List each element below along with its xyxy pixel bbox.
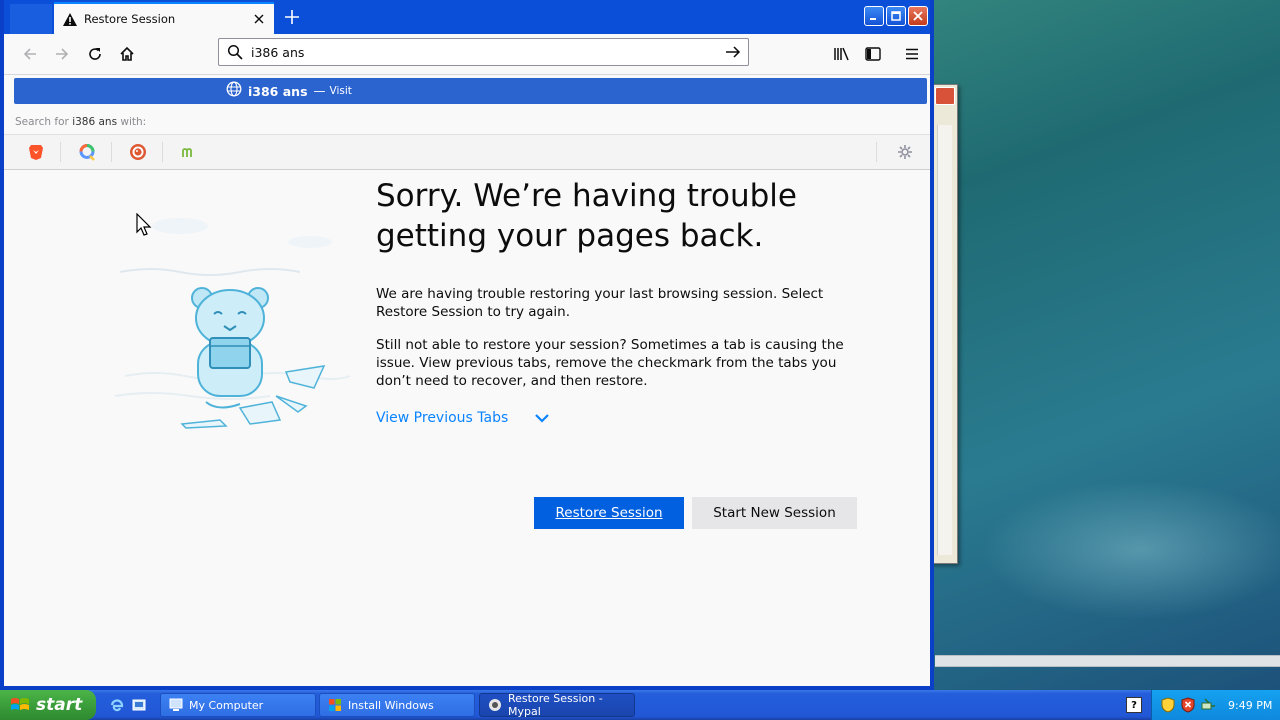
view-previous-tabs-link[interactable]: View Previous Tabs [376,410,550,426]
background-window-scrollbar[interactable] [937,125,952,555]
start-label: start [36,695,83,715]
plus-icon [285,10,299,24]
task-label: My Computer [189,698,264,712]
show-desktop-quicklaunch-icon[interactable] [130,696,148,714]
url-suggestion-row[interactable]: i386 ans — Visit [14,78,927,104]
background-window-close-button[interactable] [935,87,955,105]
restore-session-button[interactable]: Restore Session [534,497,684,529]
engine-separator [111,142,112,162]
duckduckgo-icon[interactable] [126,141,150,163]
tab-close-icon[interactable] [250,10,268,28]
search-with-label: Search for i386 ans with: [15,116,147,128]
home-button[interactable] [113,42,141,66]
navigation-bar [4,34,930,75]
restore-help-text: Still not able to restore your session? … [376,337,844,389]
desktop-glow [980,480,1280,620]
window-controls [864,6,928,26]
brave-icon[interactable] [24,141,48,163]
search-icon [227,44,243,64]
windows-flag-icon [10,696,30,714]
mojeek-icon[interactable] [177,141,201,163]
close-window-button[interactable] [908,6,928,26]
url-input[interactable] [251,42,711,62]
maximize-button[interactable] [886,6,906,26]
back-button[interactable] [16,42,44,66]
sidebar-icon [865,47,881,61]
gear-icon [898,145,912,159]
warning-icon [62,11,78,27]
url-bar[interactable] [218,38,749,66]
reload-button[interactable] [81,42,109,66]
suggestion-action: Visit [329,85,352,97]
arrow-right-icon [56,48,69,60]
background-window-strip [935,655,1280,667]
forward-button[interactable] [48,42,76,66]
library-icon [834,47,849,61]
reload-icon [89,48,101,60]
start-button[interactable]: start [0,690,96,720]
suggestion-dash: — [313,84,326,98]
library-button[interactable] [828,42,856,66]
search-settings-button[interactable] [894,141,916,163]
chevron-down-icon [534,413,550,423]
mouse-cursor-icon [136,213,152,236]
tab-restore-session[interactable]: Restore Session [54,2,274,34]
ie-quicklaunch-icon[interactable] [108,696,126,714]
globe-icon [226,81,242,101]
tab-title: Restore Session [84,12,176,26]
qwant-icon[interactable] [75,141,99,163]
tab-strip-spacer [10,4,52,34]
page-title: Sorry. We’re having trouble getting your… [376,178,797,254]
one-off-search-engines [4,134,930,171]
security-alert-icon[interactable] [1180,697,1196,713]
restore-description: We are having trouble restoring your las… [376,286,824,320]
tab-strip: Restore Session [4,0,930,34]
system-tray: 9:49 PM [1151,690,1280,720]
security-shield-icon[interactable] [1160,697,1176,713]
task-label: Restore Session - Mypal [508,692,603,718]
home-icon [120,46,134,61]
clock[interactable]: 9:49 PM [1228,699,1272,712]
task-restore-session-mypal[interactable]: Restore Session - Mypal [479,692,635,718]
task-my-computer[interactable]: My Computer [160,693,316,717]
engine-separator [876,142,877,162]
background-window[interactable] [930,84,958,564]
go-arrow-icon[interactable] [722,42,744,62]
menu-button[interactable] [898,42,926,66]
new-tab-button[interactable] [280,6,304,28]
help-icon[interactable]: ? [1126,697,1142,713]
taskbar: start My Computer Install Windows Restor… [0,690,1280,720]
task-install-windows[interactable]: Install Windows [319,693,475,717]
hamburger-menu-icon [906,48,918,60]
task-label: Install Windows [348,698,434,712]
windows-setup-icon [328,698,342,712]
engine-separator [162,142,163,162]
computer-icon [169,698,183,712]
sidebar-button[interactable] [859,42,887,66]
restore-session-page: Sorry. We’re having trouble getting your… [4,170,930,686]
safely-remove-hardware-icon[interactable] [1200,697,1216,713]
sad-bear-illustration [114,218,351,429]
engine-separator [60,142,61,162]
view-previous-tabs-label: View Previous Tabs [376,410,509,426]
start-new-session-button[interactable]: Start New Session [692,497,857,529]
mypal-icon [488,698,502,712]
minimize-button[interactable] [864,6,884,26]
suggestion-text: i386 ans [248,83,308,99]
arrow-left-icon [23,48,36,60]
